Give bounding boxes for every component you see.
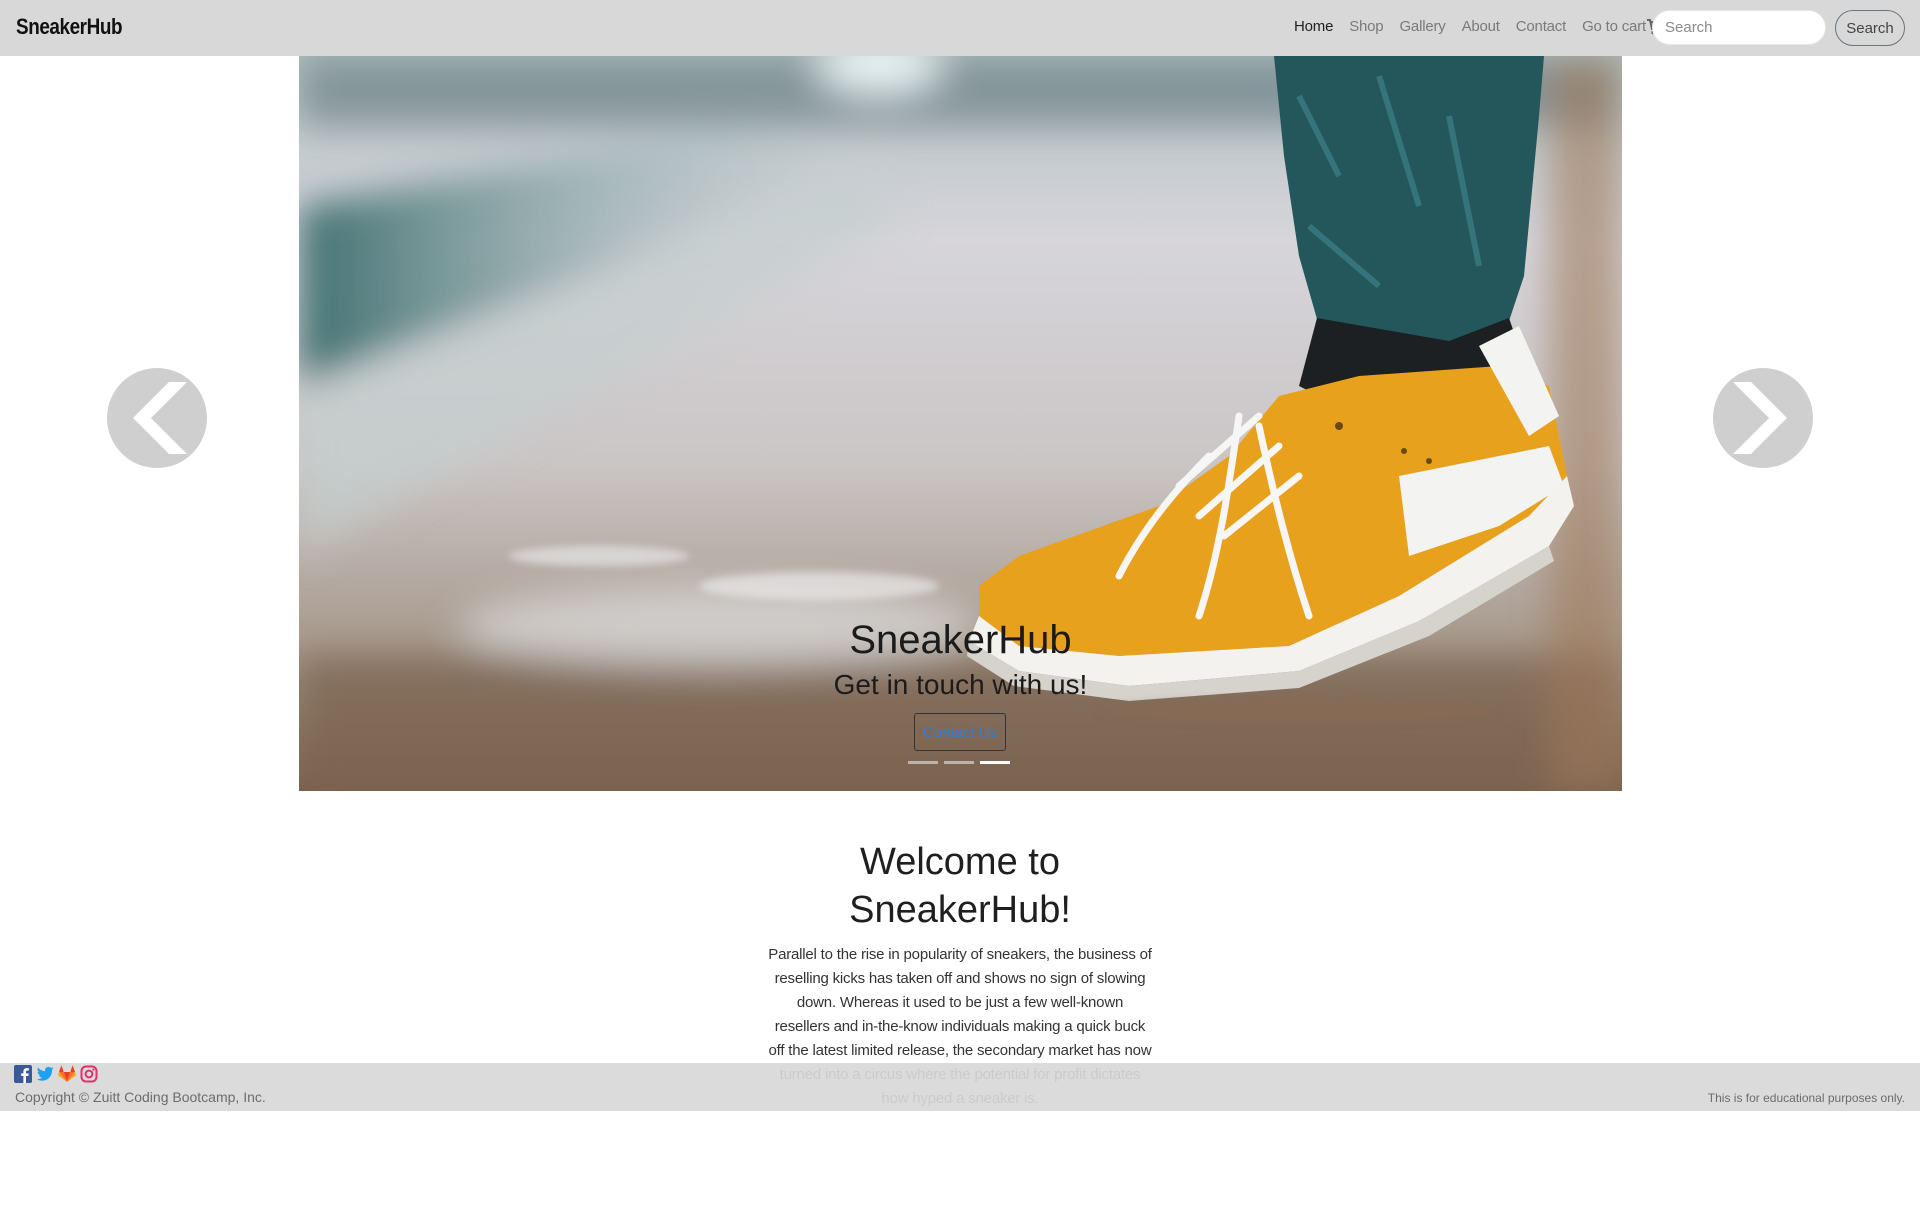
search-button[interactable]: Search bbox=[1835, 10, 1905, 46]
carousel-prev-button[interactable] bbox=[107, 368, 207, 468]
cart-label: Go to cart bbox=[1582, 18, 1646, 35]
carousel-indicators bbox=[908, 761, 1010, 764]
search-input[interactable] bbox=[1652, 10, 1826, 45]
nav-link-gallery[interactable]: Gallery bbox=[1399, 18, 1445, 35]
copyright-text: Copyright © Zuitt Coding Bootcamp, Inc. bbox=[15, 1089, 266, 1105]
hero-carousel: SneakerHub Get in touch with us! Contact… bbox=[299, 56, 1622, 791]
disclaimer-text: This is for educational purposes only. bbox=[1707, 1091, 1905, 1105]
twitter-icon[interactable] bbox=[36, 1065, 54, 1083]
nav-link-about[interactable]: About bbox=[1462, 18, 1500, 35]
navbar: SneakerHub Home Shop Gallery About Conta… bbox=[0, 0, 1920, 56]
carousel-subtitle: Get in touch with us! bbox=[833, 669, 1088, 700]
contact-us-button[interactable]: Contact Us bbox=[914, 713, 1006, 751]
carousel-indicator-1[interactable] bbox=[908, 761, 938, 764]
carousel-indicator-3[interactable] bbox=[980, 761, 1010, 764]
facebook-icon[interactable] bbox=[14, 1065, 32, 1083]
welcome-heading: Welcome to SneakerHub! bbox=[849, 841, 1071, 931]
instagram-icon[interactable] bbox=[80, 1065, 98, 1083]
nav-links: Home Shop Gallery About Contact Go to ca… bbox=[1294, 18, 1681, 35]
nav-link-home[interactable]: Home bbox=[1294, 18, 1333, 35]
nav-link-shop[interactable]: Shop bbox=[1349, 18, 1383, 35]
nav-link-contact[interactable]: Contact bbox=[1516, 18, 1566, 35]
carousel-next-button[interactable] bbox=[1713, 368, 1813, 468]
social-links bbox=[14, 1065, 98, 1083]
carousel-indicator-2[interactable] bbox=[944, 761, 974, 764]
footer: Copyright © Zuitt Coding Bootcamp, Inc. … bbox=[0, 1063, 1920, 1111]
gitlab-icon[interactable] bbox=[58, 1065, 76, 1083]
brand-logo[interactable]: SneakerHub bbox=[16, 14, 123, 40]
carousel-title: SneakerHub bbox=[849, 618, 1072, 662]
